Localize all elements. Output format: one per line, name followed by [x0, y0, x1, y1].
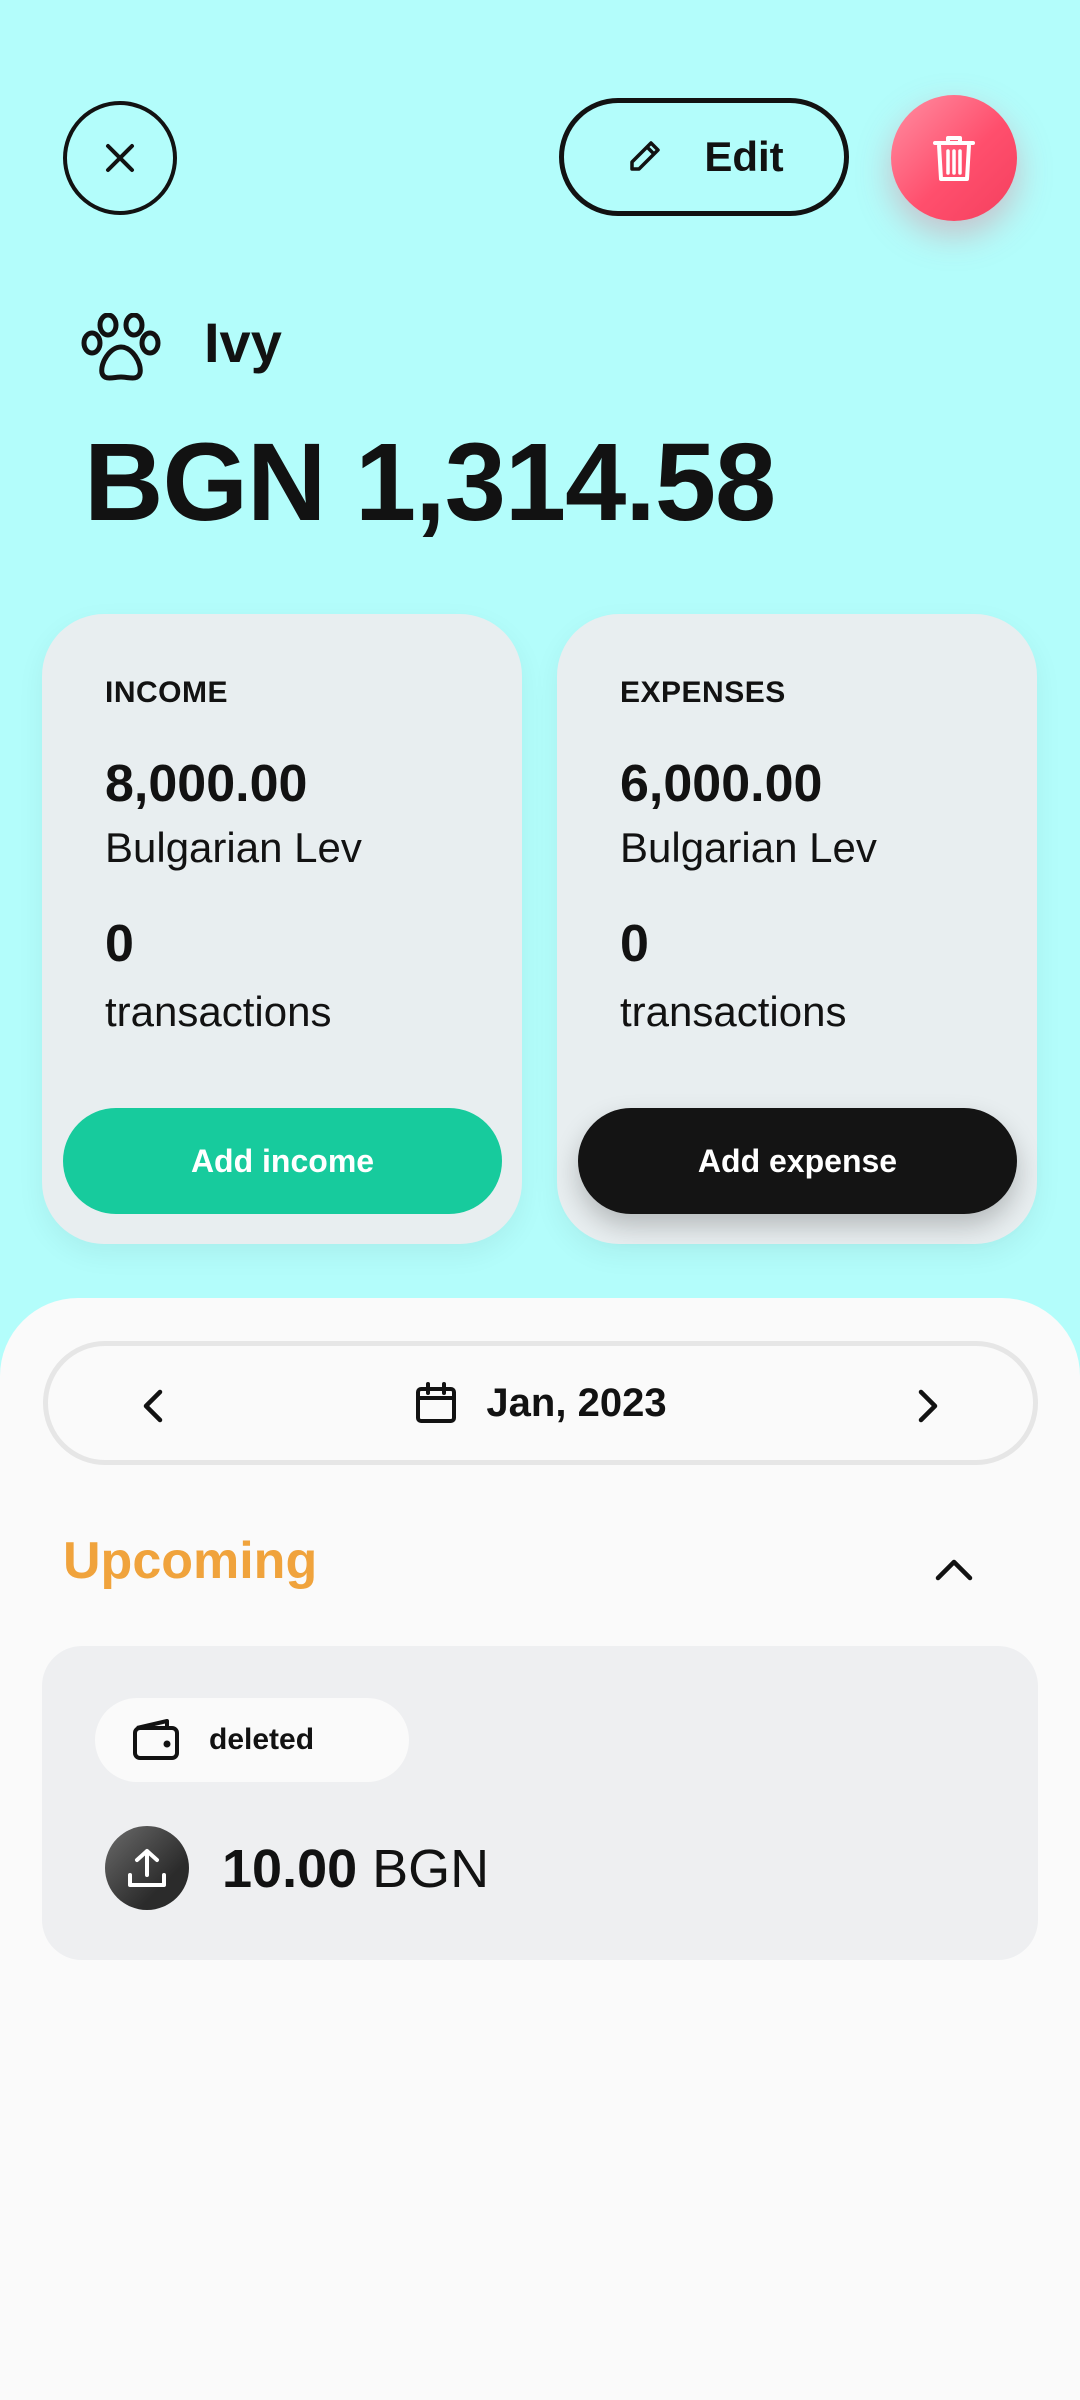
upload-icon	[105, 1826, 189, 1910]
trash-icon	[933, 136, 975, 181]
income-card: INCOME 8,000.00 Bulgarian Lev 0 transact…	[42, 614, 522, 1244]
income-transactions-label: transactions	[105, 988, 332, 1035]
expenses-transactions-label: transactions	[620, 988, 847, 1035]
month-navigator: Jan, 2023	[43, 1341, 1038, 1465]
add-income-button[interactable]: Add income	[63, 1108, 502, 1214]
close-icon	[106, 144, 134, 172]
paw-icon	[81, 313, 161, 381]
account-name: Ivy	[204, 311, 282, 374]
upcoming-transaction-card[interactable]: deleted 10.00 BGN	[42, 1646, 1038, 1960]
transaction-amount: 10.00 BGN	[222, 1834, 489, 1904]
wallet-tag-label: deleted	[209, 1723, 315, 1756]
edit-button[interactable]: Edit	[559, 98, 849, 216]
add-expense-button[interactable]: Add expense	[578, 1108, 1017, 1214]
close-button[interactable]	[63, 101, 177, 215]
pencil-icon	[630, 141, 661, 171]
expenses-label: EXPENSES	[620, 676, 786, 709]
chevron-up-icon[interactable]	[930, 1546, 978, 1594]
calendar-icon	[416, 1382, 457, 1423]
edit-label: Edit	[704, 133, 784, 180]
delete-button[interactable]	[891, 95, 1017, 221]
account-balance: BGN 1,314.58	[84, 421, 776, 544]
income-transaction-count: 0	[105, 915, 134, 973]
income-amount: 8,000.00	[105, 755, 308, 813]
income-label: INCOME	[105, 676, 228, 709]
wallet-tag: deleted	[95, 1698, 409, 1782]
expenses-transaction-count: 0	[620, 915, 649, 973]
income-currency: Bulgarian Lev	[105, 824, 362, 871]
upcoming-section-title: Upcoming	[63, 1532, 318, 1590]
month-selector[interactable]: Jan, 2023	[48, 1346, 1033, 1460]
expenses-currency: Bulgarian Lev	[620, 824, 877, 871]
transaction-amount-value: 10.00	[222, 1839, 358, 1899]
expenses-card: EXPENSES 6,000.00 Bulgarian Lev 0 transa…	[557, 614, 1037, 1244]
chevron-right-icon[interactable]	[909, 1388, 945, 1424]
wallet-icon	[133, 1719, 179, 1760]
transaction-currency: BGN	[372, 1839, 490, 1899]
expenses-amount: 6,000.00	[620, 755, 823, 813]
month-label: Jan, 2023	[486, 1380, 667, 1425]
